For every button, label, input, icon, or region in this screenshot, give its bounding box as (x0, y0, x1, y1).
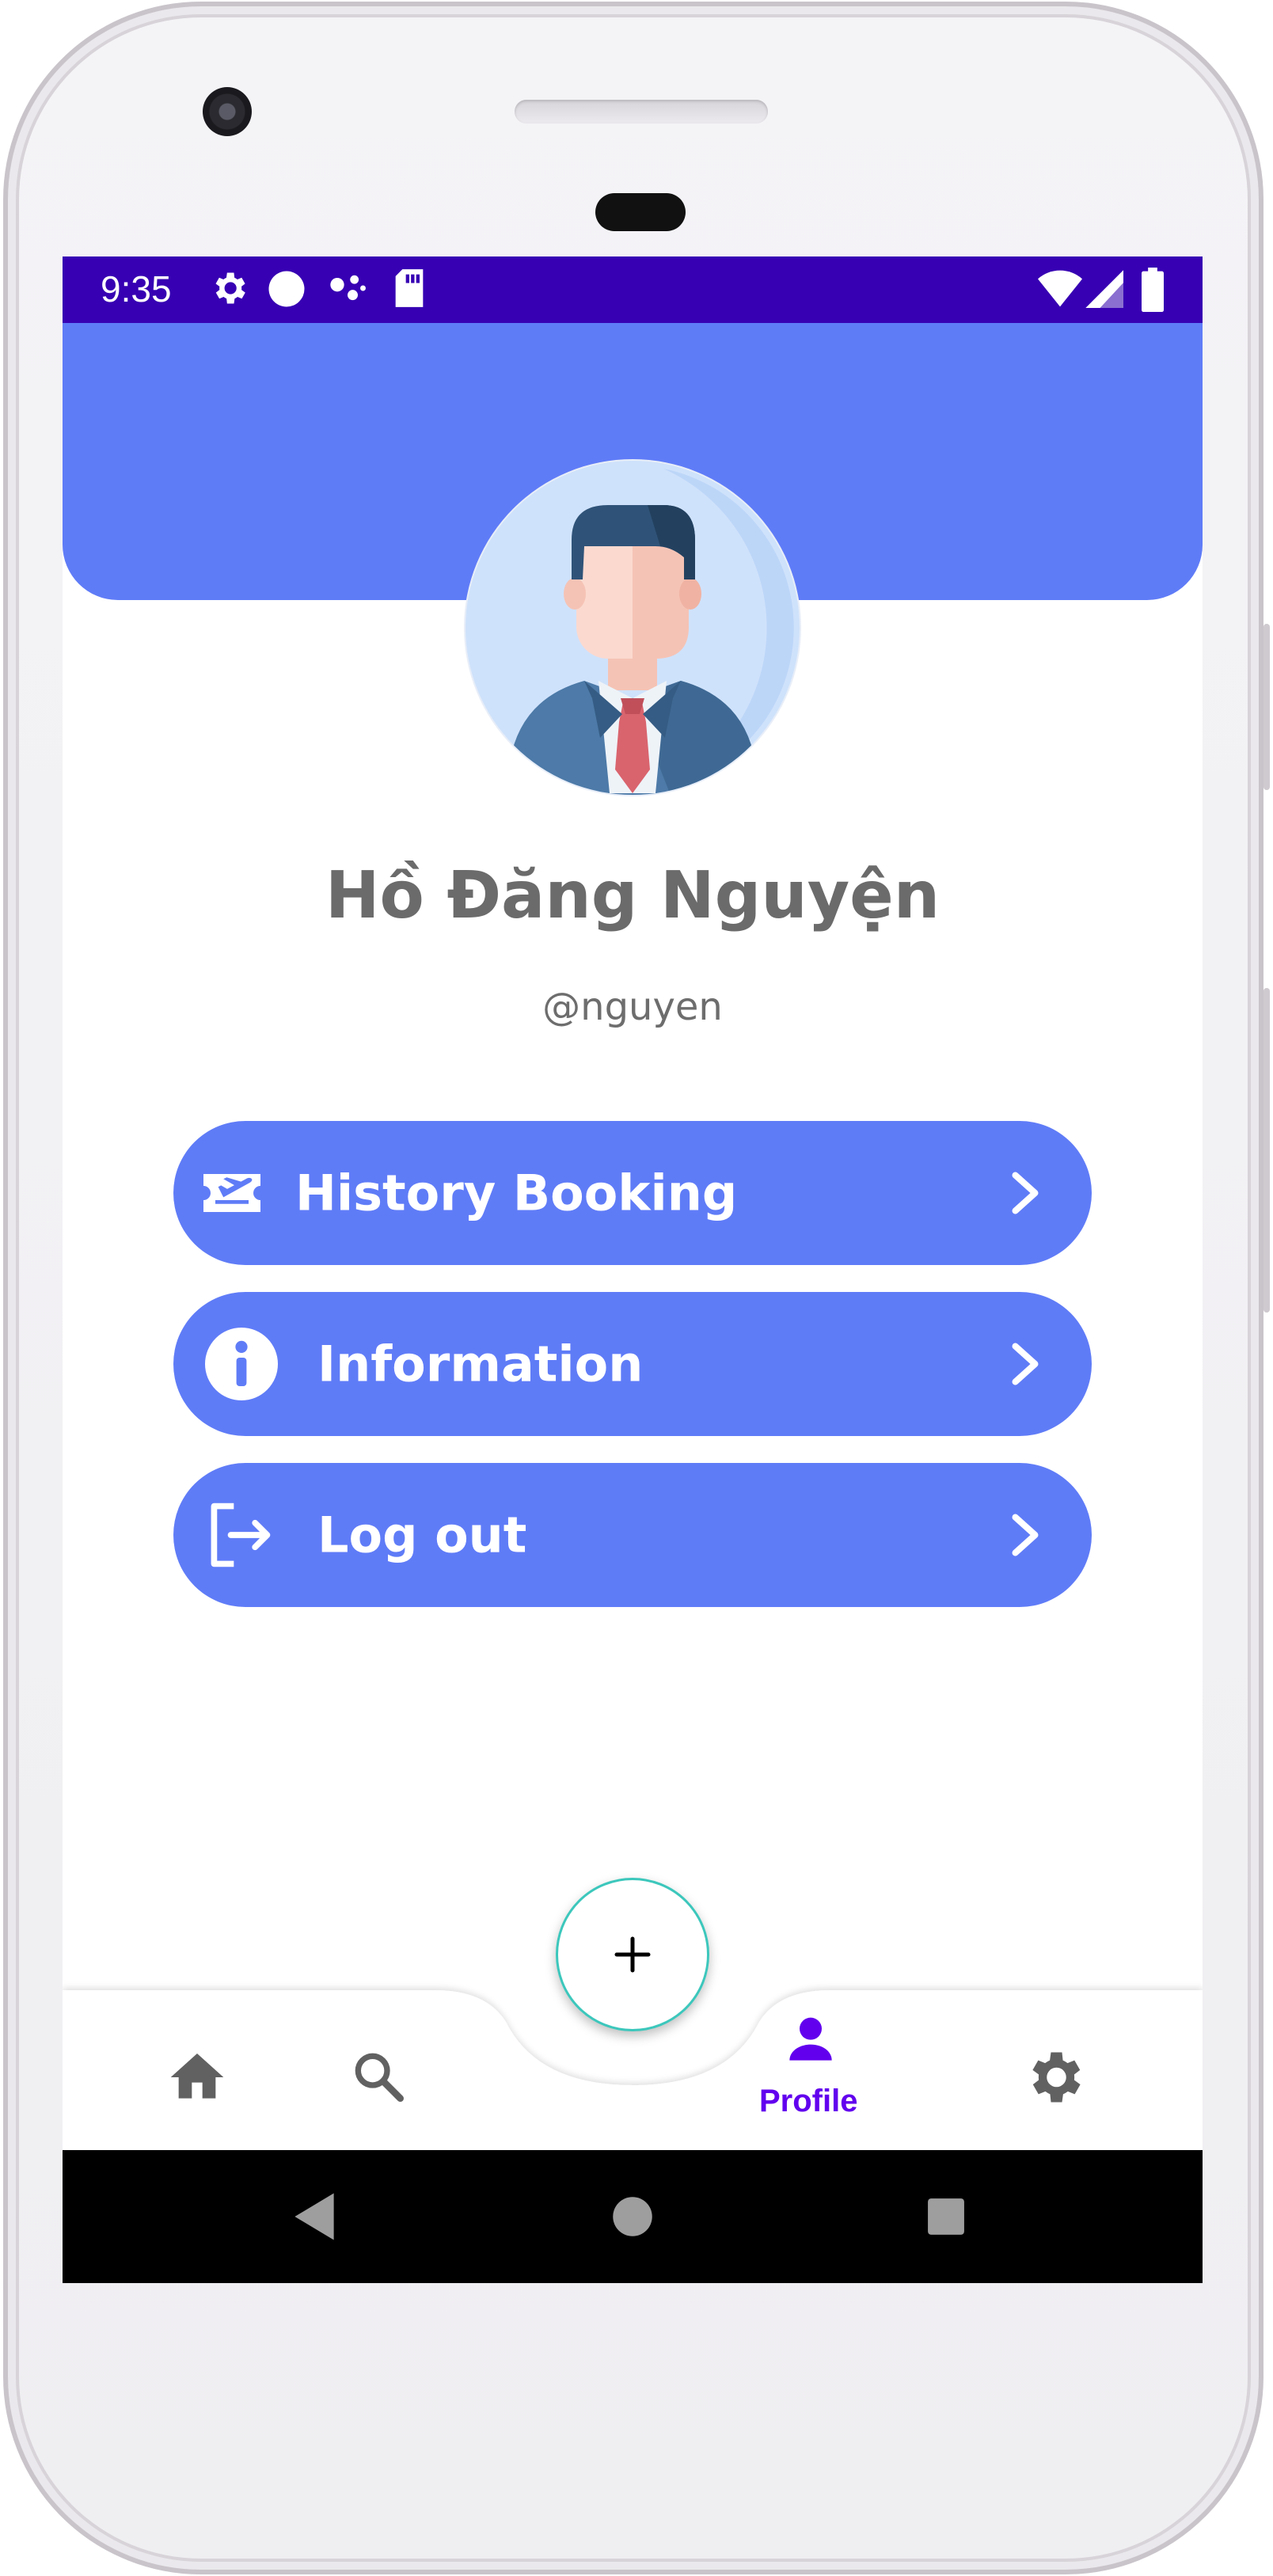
information-button[interactable]: Information (173, 1292, 1092, 1436)
settings-icon (1032, 2052, 1081, 2103)
history-booking-label: History Booking (295, 1164, 738, 1222)
add-icon (614, 1936, 651, 1973)
wifi-icon (1038, 270, 1082, 307)
information-label: Information (317, 1335, 644, 1393)
nav-profile-label: Profile (759, 2084, 858, 2118)
logout-label: Log out (317, 1506, 527, 1564)
logout-button[interactable]: Log out (173, 1463, 1092, 1607)
nav-search[interactable] (348, 2046, 411, 2109)
signal-icon (1085, 270, 1123, 308)
battery-icon (1142, 268, 1164, 312)
gear-icon (215, 272, 245, 304)
earpiece-speaker (515, 100, 768, 123)
volume-button (1264, 988, 1270, 1313)
status-bar: 9:35 (63, 256, 1203, 323)
chevron-right-icon (1012, 1172, 1039, 1214)
profile-handle: @nguyen (542, 985, 723, 1029)
search-icon (355, 2053, 404, 2102)
back-icon[interactable] (291, 2191, 338, 2242)
home-icon (170, 2054, 224, 2099)
circle-icon (268, 271, 305, 307)
avatar (466, 461, 800, 795)
plane-ticket-icon (203, 1174, 260, 1212)
profile-name: Hồ Đăng Nguyện (325, 858, 940, 933)
history-booking-button[interactable]: History Booking (173, 1121, 1092, 1265)
chevron-right-icon (1012, 1514, 1039, 1556)
chevron-right-icon (1012, 1343, 1039, 1385)
front-camera (203, 87, 252, 136)
system-navigation-bar (63, 2150, 1203, 2283)
home-circle-icon[interactable] (611, 2195, 654, 2238)
nav-profile[interactable]: Profile (743, 2008, 878, 2134)
status-time: 9:35 (101, 268, 172, 310)
add-fab-button[interactable] (556, 1878, 709, 2031)
assistant-dots-icon (330, 275, 366, 301)
person-icon (789, 2017, 832, 2061)
sd-card-icon (395, 269, 424, 307)
info-icon (205, 1328, 278, 1400)
power-button (1264, 624, 1270, 790)
businessman-avatar-icon (466, 461, 800, 795)
app-screen: 9:35 Hồ Đăng Nguyện @nguyen History Book… (63, 256, 1203, 2283)
recents-square-icon[interactable] (926, 2197, 966, 2236)
proximity-sensor (595, 193, 686, 231)
nav-home[interactable] (165, 2046, 229, 2109)
logout-icon (211, 1503, 271, 1567)
nav-settings[interactable] (1020, 2044, 1087, 2111)
